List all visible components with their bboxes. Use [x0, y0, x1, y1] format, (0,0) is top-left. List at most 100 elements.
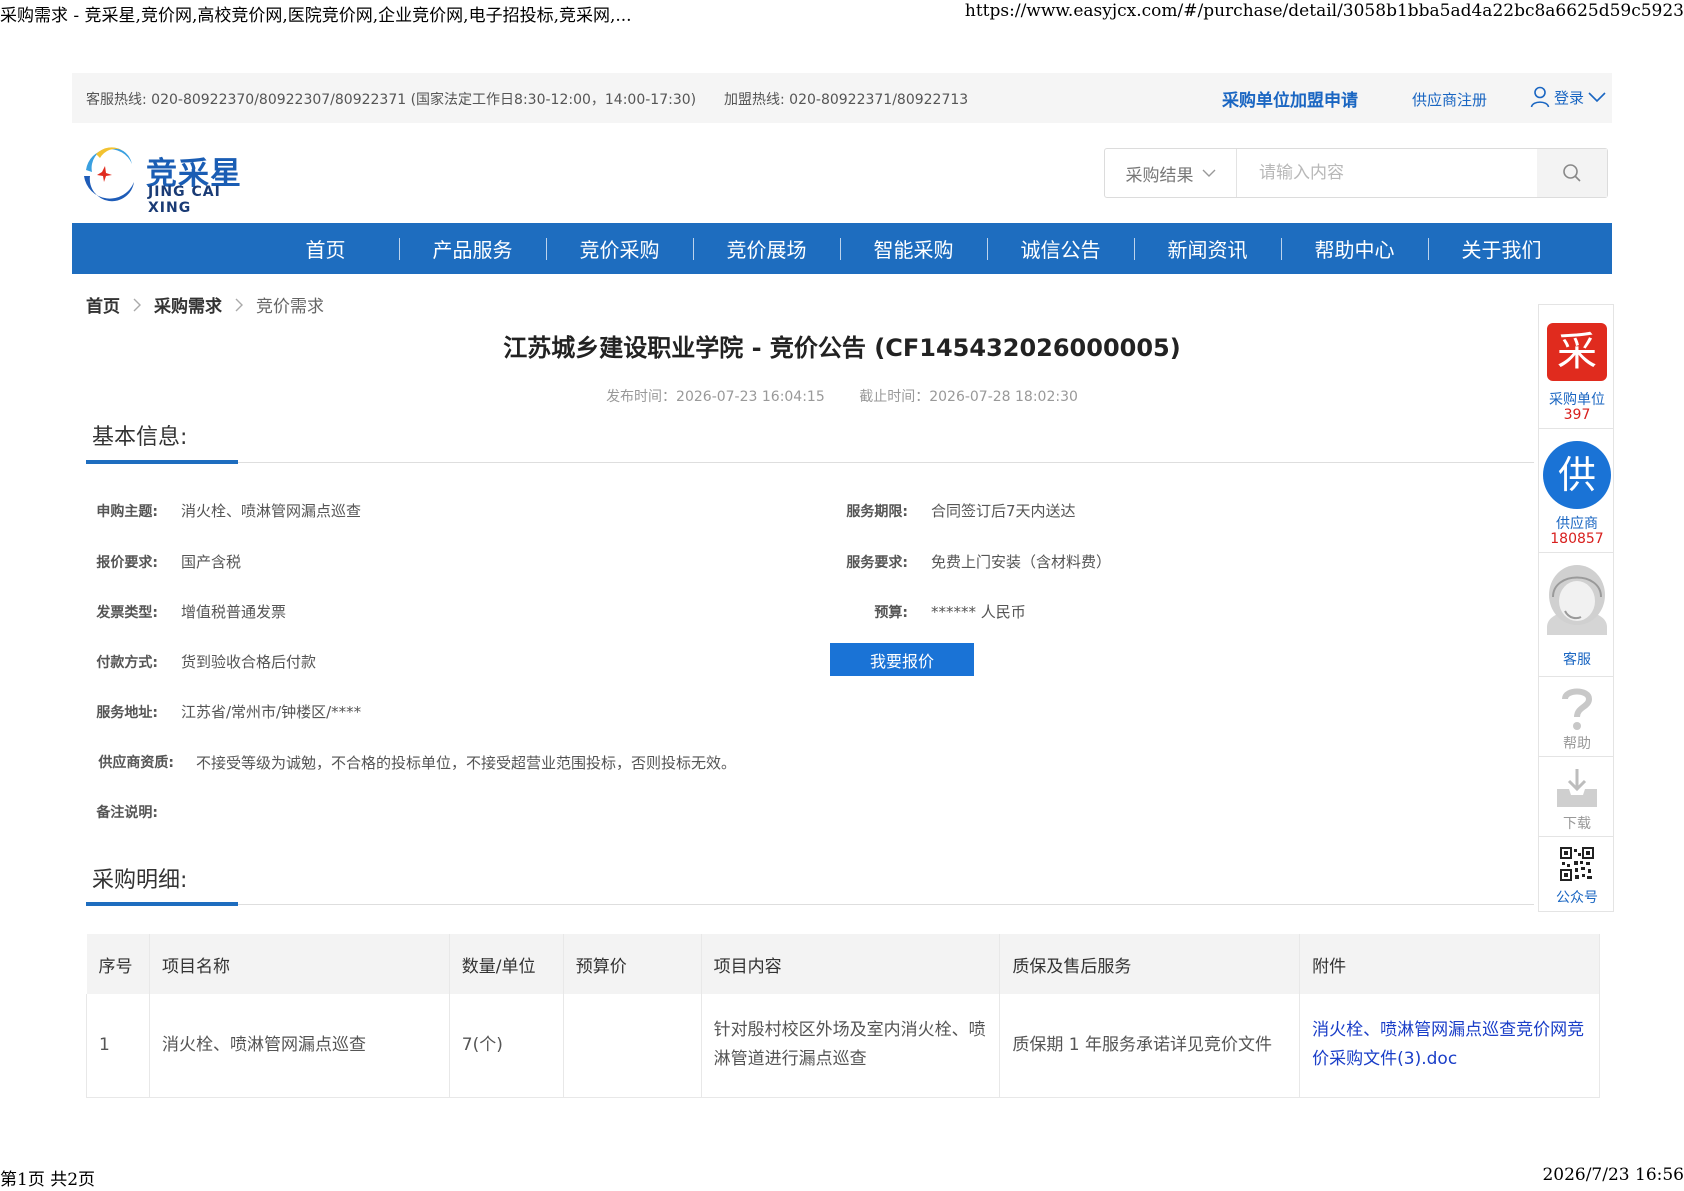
- sidebar-download[interactable]: 下载: [1538, 756, 1614, 836]
- notice-times: 发布时间：2026-07-23 16:04:15 截止时间：2026-07-28…: [72, 386, 1612, 406]
- print-footer: 第1页 共2页 2026/7/23 16:56: [0, 1165, 1684, 1190]
- purchase-detail-table: 序号 项目名称 数量/单位 预算价 项目内容 质保及售后服务 附件 1 消火栓、…: [86, 934, 1600, 1098]
- qualification-label-wrap: 供应商资质:: [86, 752, 174, 772]
- service-req-label-wrap: 服务要求:: [840, 552, 908, 572]
- site-logo[interactable]: 竞采星 JING CAI XING: [76, 140, 266, 216]
- chevron-right-icon: [133, 298, 141, 311]
- buyer-count: 397: [1563, 407, 1591, 423]
- print-header: 采购需求 - 竞采星,竞价网,高校竞价网,医院竞价网,企业竞价网,电子招投标,竞…: [0, 0, 1684, 26]
- nav-item-about[interactable]: 关于我们: [1428, 223, 1575, 274]
- submit-quote-button[interactable]: 我要报价: [830, 643, 974, 676]
- quote-req-label: 报价要求:: [96, 555, 158, 571]
- cell-budget: [563, 994, 702, 1098]
- quote-req-label-wrap: 报价要求:: [86, 552, 158, 572]
- nav-item-exhibition[interactable]: 竞价展场: [693, 223, 840, 274]
- breadcrumb-home[interactable]: 首页: [86, 292, 120, 317]
- subject-label: 申购主题:: [96, 504, 158, 520]
- cell-no: 1: [86, 994, 150, 1098]
- join-hotline: 加盟热线: 020-80922371/80922713: [724, 92, 969, 108]
- basic-info-heading: 基本信息:: [92, 425, 188, 450]
- col-warranty: 质保及售后服务: [999, 934, 1301, 994]
- logo-mark-icon: [84, 147, 134, 202]
- cell-content: 针对殷村校区外场及室内消火栓、喷淋管道进行漏点巡查: [701, 994, 1001, 1098]
- breadcrumb-parent[interactable]: 采购需求: [154, 292, 222, 317]
- print-page-title: 采购需求 - 竞采星,竞价网,高校竞价网,医院竞价网,企业竞价网,电子招投标,竞…: [0, 6, 632, 26]
- user-icon: [1530, 86, 1550, 108]
- buyer-badge-icon: 采: [1547, 323, 1607, 381]
- qualification-value: 不接受等级为诚勉，不合格的投标单位，不接受超营业范围投标，否则投标无效。: [196, 754, 737, 772]
- col-content: 项目内容: [701, 934, 1001, 994]
- quote-req-value: 国产含税: [181, 553, 242, 571]
- search-category-select[interactable]: 采购结果: [1105, 149, 1237, 197]
- sidebar-buyer[interactable]: 采 采购单位 397: [1538, 304, 1614, 428]
- help-label: 帮助: [1563, 736, 1591, 752]
- main-nav: 首页 产品服务 竞价采购 竞价展场 智能采购 诚信公告 新闻资讯 帮助中心 关于…: [72, 223, 1612, 274]
- budget-label: 预算:: [874, 605, 908, 621]
- nav-item-home[interactable]: 首页: [252, 223, 399, 274]
- payment-value: 货到验收合格后付款: [181, 653, 317, 671]
- purchase-detail-heading: 采购明细:: [92, 868, 188, 893]
- publish-time: 发布时间：2026-07-23 16:04:15: [606, 389, 825, 405]
- supplier-count: 180857: [1550, 531, 1604, 547]
- chevron-right-icon: [235, 298, 243, 311]
- cell-name: 消火栓、喷淋管网漏点巡查: [149, 994, 450, 1098]
- nav-item-help[interactable]: 帮助中心: [1281, 223, 1428, 274]
- nav-item-bidding[interactable]: 竞价采购: [546, 223, 693, 274]
- download-tray-icon: [1557, 769, 1597, 807]
- qr-code-icon: [1560, 847, 1594, 881]
- service-period-value: 合同签订后7天内送达: [931, 502, 1076, 520]
- cell-warranty: 质保期 1 年服务承诺详见竞价文件: [999, 994, 1301, 1098]
- payment-label-wrap: 付款方式:: [86, 652, 158, 672]
- subject-value: 消火栓、喷淋管网漏点巡查: [181, 502, 362, 520]
- payment-label: 付款方式:: [96, 655, 158, 671]
- service-period-label: 服务期限:: [846, 504, 908, 520]
- buyer-label: 采购单位: [1549, 392, 1605, 408]
- nav-item-products[interactable]: 产品服务: [399, 223, 546, 274]
- search-icon: [1563, 164, 1581, 182]
- col-budget: 预算价: [563, 934, 702, 994]
- chevron-down-icon: [1588, 92, 1606, 103]
- supplier-register-link[interactable]: 供应商注册: [1412, 89, 1487, 110]
- search-input[interactable]: [1237, 149, 1540, 197]
- invoice-label-wrap: 发票类型:: [86, 602, 158, 622]
- purchase-detail-divider: [86, 904, 1534, 905]
- search-button[interactable]: [1537, 149, 1607, 197]
- sidebar-customer-service[interactable]: 客服: [1538, 552, 1614, 676]
- headset-agent-icon: [1547, 565, 1607, 635]
- chevron-down-icon: [1202, 169, 1215, 177]
- nav-item-credit-notice[interactable]: 诚信公告: [987, 223, 1134, 274]
- login-button[interactable]: 登录: [1530, 86, 1606, 108]
- top-info-bar: 客服热线: 020-80922370/80922307/80922371 (国家…: [72, 73, 1612, 123]
- breadcrumb-current: 竞价需求: [256, 297, 324, 317]
- budget-value: ****** 人民币: [931, 603, 1026, 621]
- login-label: 登录: [1554, 88, 1585, 107]
- col-name: 项目名称: [149, 934, 450, 994]
- customer-service-label: 客服: [1563, 652, 1591, 668]
- sidebar-wechat[interactable]: 公众号: [1538, 836, 1614, 912]
- question-icon: [1562, 688, 1593, 730]
- cell-qty: 7(个): [449, 994, 564, 1098]
- nav-item-smart-purchase[interactable]: 智能采购: [840, 223, 987, 274]
- buyer-join-apply-link[interactable]: 采购单位加盟申请: [1222, 86, 1358, 111]
- subject-label-wrap: 申购主题:: [86, 501, 158, 521]
- sidebar-help[interactable]: 帮助: [1538, 676, 1614, 756]
- page-title: 江苏城乡建设职业学院 - 竞价公告 (CF145432026000005): [503, 334, 1181, 362]
- attachment-link[interactable]: 消火栓、喷淋管网漏点巡查竞价网竞价采购文件(3).doc: [1299, 994, 1600, 1098]
- nav-item-news[interactable]: 新闻资讯: [1134, 223, 1281, 274]
- search-box: 采购结果: [1104, 148, 1608, 198]
- address-label-wrap: 服务地址:: [86, 702, 158, 722]
- wechat-label: 公众号: [1556, 890, 1598, 906]
- remark-label-wrap: 备注说明:: [86, 802, 158, 822]
- basic-info-divider: [86, 462, 1534, 463]
- basic-info-underline: [86, 460, 238, 464]
- qualification-label: 供应商资质:: [98, 755, 174, 771]
- breadcrumb: 首页 采购需求 竞价需求: [86, 292, 324, 317]
- supplier-label: 供应商: [1556, 516, 1598, 532]
- purchase-detail-underline: [86, 902, 238, 906]
- budget-label-wrap: 预算:: [840, 602, 908, 622]
- search-category-value: 采购结果: [1125, 165, 1194, 186]
- sidebar-supplier[interactable]: 供 供应商 180857: [1538, 428, 1614, 552]
- col-no: 序号: [86, 934, 150, 994]
- deadline-time: 截止时间：2026-07-28 18:02:30: [859, 389, 1078, 405]
- service-hotline: 客服热线: 020-80922370/80922307/80922371 (国家…: [86, 92, 697, 108]
